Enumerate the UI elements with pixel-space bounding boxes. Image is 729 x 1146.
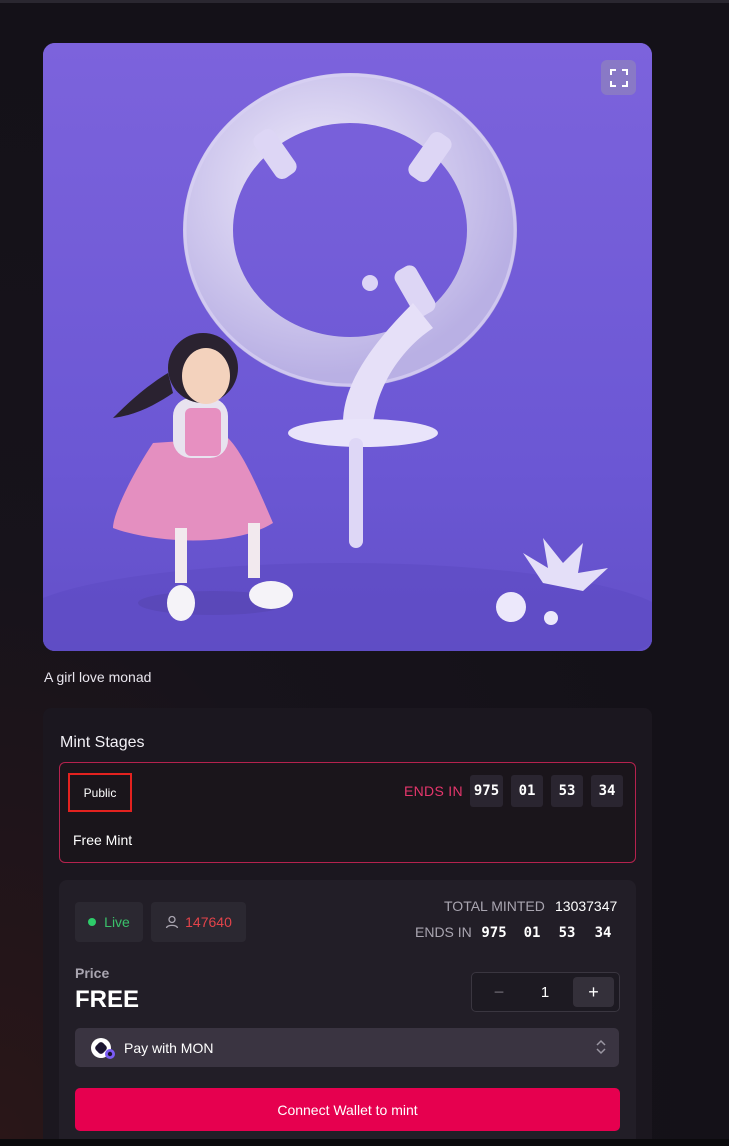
connect-wallet-button[interactable]: Connect Wallet to mint	[75, 1088, 620, 1131]
total-minted-value: 13037347	[555, 898, 618, 914]
quantity-decrease-button[interactable]: −	[484, 977, 514, 1007]
stage-badge: Public	[68, 773, 132, 812]
artwork-illustration	[43, 43, 652, 651]
live-status-badge: Live	[75, 902, 143, 942]
total-minted-label: TOTAL MINTED	[444, 898, 545, 914]
nft-artwork-image[interactable]	[43, 43, 652, 651]
minters-count: 147640	[185, 914, 232, 930]
stage-name: Free Mint	[73, 832, 133, 848]
quantity-stepper: − 1 +	[471, 972, 620, 1012]
mint-countdown-hours: 01	[517, 920, 547, 946]
payment-currency-select[interactable]: Pay with MON	[75, 1028, 619, 1067]
expand-icon	[609, 68, 628, 87]
minters-count-badge: 147640	[151, 902, 246, 942]
stage-countdown-days: 975	[470, 775, 503, 807]
quantity-increase-button[interactable]: +	[573, 977, 614, 1007]
user-icon	[165, 915, 179, 929]
mint-stages-title: Mint Stages	[60, 734, 145, 751]
price-value: FREE	[75, 986, 140, 1013]
mint-countdown-seconds: 34	[588, 920, 618, 946]
stage-ends-label: ENDS IN	[404, 783, 463, 799]
live-dot-icon	[88, 918, 97, 926]
stage-countdown-seconds: 34	[591, 775, 623, 807]
chevron-up-down-icon	[596, 1039, 606, 1055]
stage-card-public[interactable]	[59, 762, 636, 863]
live-status-label: Live	[104, 914, 130, 930]
mint-ends-label: ENDS IN	[415, 924, 472, 940]
mint-countdown-days: 975	[477, 920, 511, 946]
mint-countdown-minutes: 53	[552, 920, 582, 946]
monad-icon	[91, 1038, 115, 1059]
artwork-caption: A girl love monad	[44, 669, 152, 685]
bottom-edge	[0, 1139, 729, 1146]
top-border	[0, 0, 729, 3]
expand-button[interactable]	[601, 60, 636, 95]
price-label: Price	[75, 965, 110, 981]
quantity-value[interactable]: 1	[527, 973, 563, 1011]
payment-currency-label: Pay with MON	[124, 1040, 214, 1056]
page: A girl love monad Mint Stages Public END…	[0, 0, 729, 1146]
stage-countdown-hours: 01	[511, 775, 543, 807]
stage-countdown-minutes: 53	[551, 775, 583, 807]
